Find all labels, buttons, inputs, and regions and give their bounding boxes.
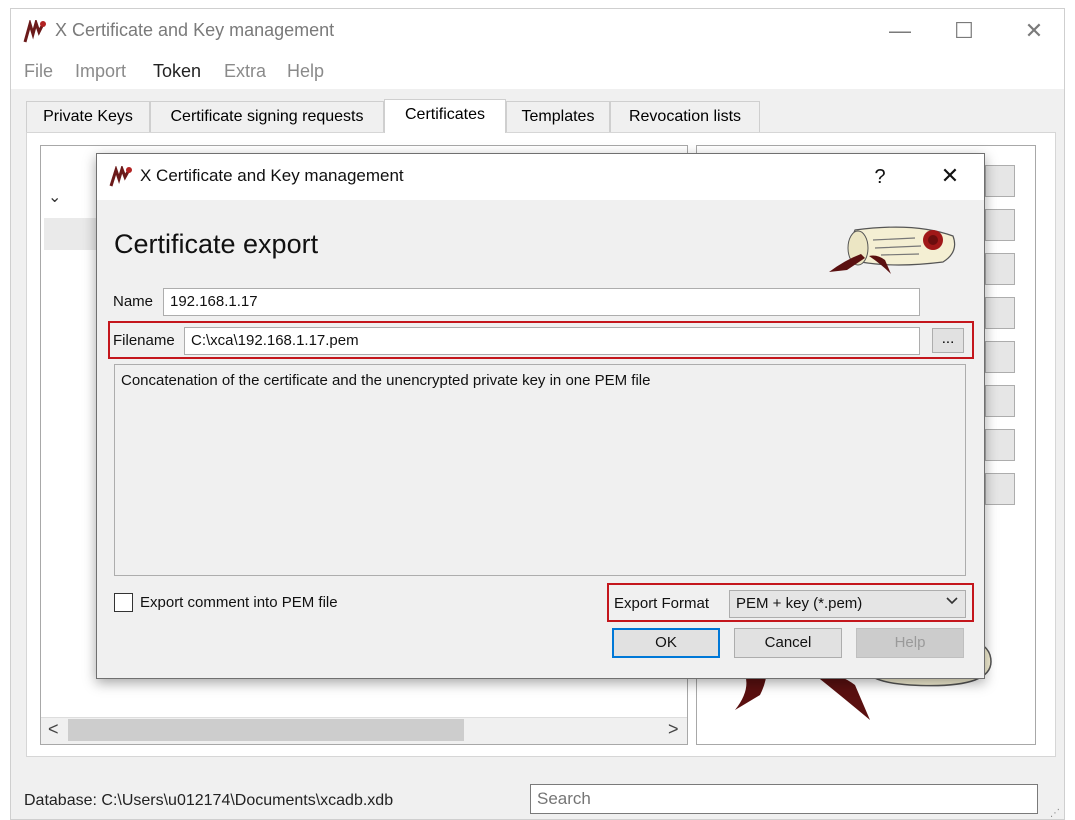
tab-revocation-lists[interactable]: Revocation lists bbox=[610, 101, 760, 132]
side-action-button[interactable] bbox=[985, 209, 1015, 241]
side-action-button[interactable] bbox=[985, 253, 1015, 285]
scrollbar-thumb[interactable] bbox=[68, 719, 464, 741]
search-input[interactable] bbox=[530, 784, 1038, 814]
export-comment-checkbox[interactable] bbox=[114, 593, 133, 612]
menu-file[interactable]: File bbox=[24, 61, 53, 82]
side-action-button[interactable] bbox=[985, 297, 1015, 329]
database-path: Database: C:\Users\u012174\Documents\xca… bbox=[24, 792, 394, 809]
export-description: Concatenation of the certificate and the… bbox=[114, 364, 966, 576]
export-comment-label[interactable]: Export comment into PEM file bbox=[140, 594, 338, 611]
cancel-button[interactable]: Cancel bbox=[734, 628, 842, 658]
side-action-button[interactable] bbox=[985, 473, 1015, 505]
close-button[interactable]: ✕ bbox=[1014, 14, 1054, 48]
window-title: X Certificate and Key management bbox=[55, 20, 335, 40]
dialog-close-button[interactable]: ✕ bbox=[928, 161, 972, 191]
maximize-button[interactable]: ☐ bbox=[944, 14, 984, 48]
list-item[interactable] bbox=[44, 218, 104, 250]
expand-chevron-icon[interactable]: ⌄ bbox=[48, 187, 61, 207]
xca-logo-icon bbox=[109, 166, 132, 187]
xca-logo-icon bbox=[23, 20, 46, 43]
menu-extra[interactable]: Extra bbox=[224, 61, 266, 82]
browse-button[interactable]: ... bbox=[932, 328, 964, 353]
scroll-left-icon[interactable]: < bbox=[48, 719, 59, 740]
scroll-right-icon[interactable]: > bbox=[668, 719, 679, 740]
tab-certificate-signing-requests[interactable]: Certificate signing requests bbox=[150, 101, 384, 132]
resize-grip-icon[interactable]: ⋰ bbox=[1050, 808, 1060, 819]
dialog-heading: Certificate export bbox=[114, 229, 319, 259]
name-label: Name bbox=[113, 293, 154, 310]
chevron-down-icon[interactable] bbox=[944, 592, 960, 608]
export-format-label: Export Format bbox=[614, 595, 710, 612]
name-field[interactable]: 192.168.1.17 bbox=[163, 288, 920, 316]
menu-import[interactable]: Import bbox=[75, 61, 126, 82]
menu-token[interactable]: Token bbox=[153, 61, 201, 82]
side-action-button[interactable] bbox=[985, 429, 1015, 461]
side-action-button[interactable] bbox=[985, 341, 1015, 373]
side-action-button[interactable] bbox=[985, 165, 1015, 197]
filename-label: Filename bbox=[113, 332, 175, 349]
tab-templates[interactable]: Templates bbox=[506, 101, 610, 132]
export-format-select[interactable]: PEM + key (*.pem) bbox=[729, 590, 966, 618]
ok-button[interactable]: OK bbox=[612, 628, 720, 658]
side-action-button[interactable] bbox=[985, 385, 1015, 417]
scroll-seal-logo bbox=[829, 226, 956, 274]
tab-private-keys[interactable]: Private Keys bbox=[26, 101, 150, 132]
tab-certificates[interactable]: Certificates bbox=[384, 99, 506, 133]
minimize-button[interactable]: — bbox=[880, 14, 920, 48]
menu-help[interactable]: Help bbox=[287, 61, 324, 82]
dialog-help-button[interactable]: ? bbox=[862, 163, 898, 191]
help-button[interactable]: Help bbox=[856, 628, 964, 658]
dialog-title: X Certificate and Key management bbox=[140, 166, 404, 185]
filename-field[interactable]: C:\xca\192.168.1.17.pem bbox=[184, 327, 920, 355]
